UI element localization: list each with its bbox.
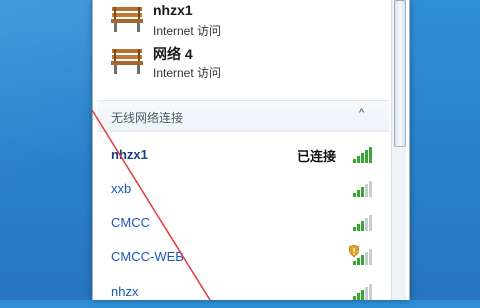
signal-bar <box>369 215 372 231</box>
signal-bar <box>361 255 364 265</box>
connection-status: 已连接 <box>297 149 337 164</box>
scrollbar[interactable] <box>391 0 406 300</box>
network-bench-icon <box>111 7 143 32</box>
signal-bar <box>353 296 356 300</box>
connection-name: 网络 4 <box>153 46 193 62</box>
signal-bar <box>365 184 368 197</box>
signal-bar <box>365 218 368 231</box>
network-name: CMCC-WEB <box>111 249 184 264</box>
wireless-section-header[interactable]: 无线网络连接 ^ <box>97 100 389 132</box>
wifi-network-item[interactable]: CMCC-WEB <box>97 239 389 273</box>
signal-bar <box>357 258 360 265</box>
chevron-up-icon[interactable]: ^ <box>359 107 371 119</box>
network-name: nhzx1 <box>111 147 148 162</box>
desktop-background <box>0 0 100 300</box>
signal-bar <box>365 287 368 300</box>
signal-bar <box>353 261 356 265</box>
connection-access-status: Internet 访问 <box>153 66 222 80</box>
signal-bar <box>361 187 364 197</box>
signal-bar <box>365 252 368 265</box>
wifi-signal-icon <box>351 247 373 265</box>
wifi-network-item[interactable]: nhzx <box>97 274 389 308</box>
current-connections: nhzx1 Internet 访问 网络 4 Internet 访问 <box>97 0 389 98</box>
signal-bar <box>369 249 372 265</box>
wifi-network-item[interactable]: CMCC <box>97 205 389 239</box>
signal-bar <box>353 227 356 231</box>
connection-access-status: Internet 访问 <box>153 24 222 38</box>
wifi-network-item[interactable]: xxb <box>97 171 389 205</box>
wifi-signal-icon <box>351 282 373 300</box>
connection-item-network4[interactable]: 网络 4 Internet 访问 <box>109 44 379 84</box>
signal-bar <box>357 190 360 197</box>
network-name: xxb <box>111 181 132 196</box>
connection-item-nhzx1[interactable]: nhzx1 Internet 访问 <box>109 2 379 42</box>
network-list: nhzx1 Internet 访问 网络 4 Internet 访问 无线网络连… <box>97 0 389 300</box>
signal-bar <box>357 293 360 300</box>
signal-bar <box>369 147 372 163</box>
signal-bar <box>369 181 372 197</box>
section-title: 无线网络连接 <box>111 111 184 125</box>
wifi-signal-icon <box>351 145 373 163</box>
signal-bar <box>357 156 360 163</box>
signal-bar <box>361 290 364 300</box>
scrollbar-thumb[interactable] <box>394 0 406 147</box>
network-flyout-panel: nhzx1 Internet 访问 网络 4 Internet 访问 无线网络连… <box>92 0 410 300</box>
signal-bar <box>353 193 356 197</box>
wifi-signal-icon <box>351 179 373 197</box>
signal-bar <box>357 224 360 231</box>
network-bench-icon <box>111 49 143 74</box>
signal-bar <box>365 150 368 163</box>
connection-name: nhzx1 <box>153 2 193 18</box>
signal-bar <box>361 221 364 231</box>
network-name: CMCC <box>111 215 150 230</box>
network-name: nhzx <box>111 284 139 299</box>
wifi-network-item[interactable]: nhzx1 已连接 <box>97 137 389 171</box>
signal-bar <box>361 153 364 163</box>
signal-bar <box>369 284 372 300</box>
signal-bar <box>353 159 356 163</box>
wifi-signal-icon <box>351 213 373 231</box>
